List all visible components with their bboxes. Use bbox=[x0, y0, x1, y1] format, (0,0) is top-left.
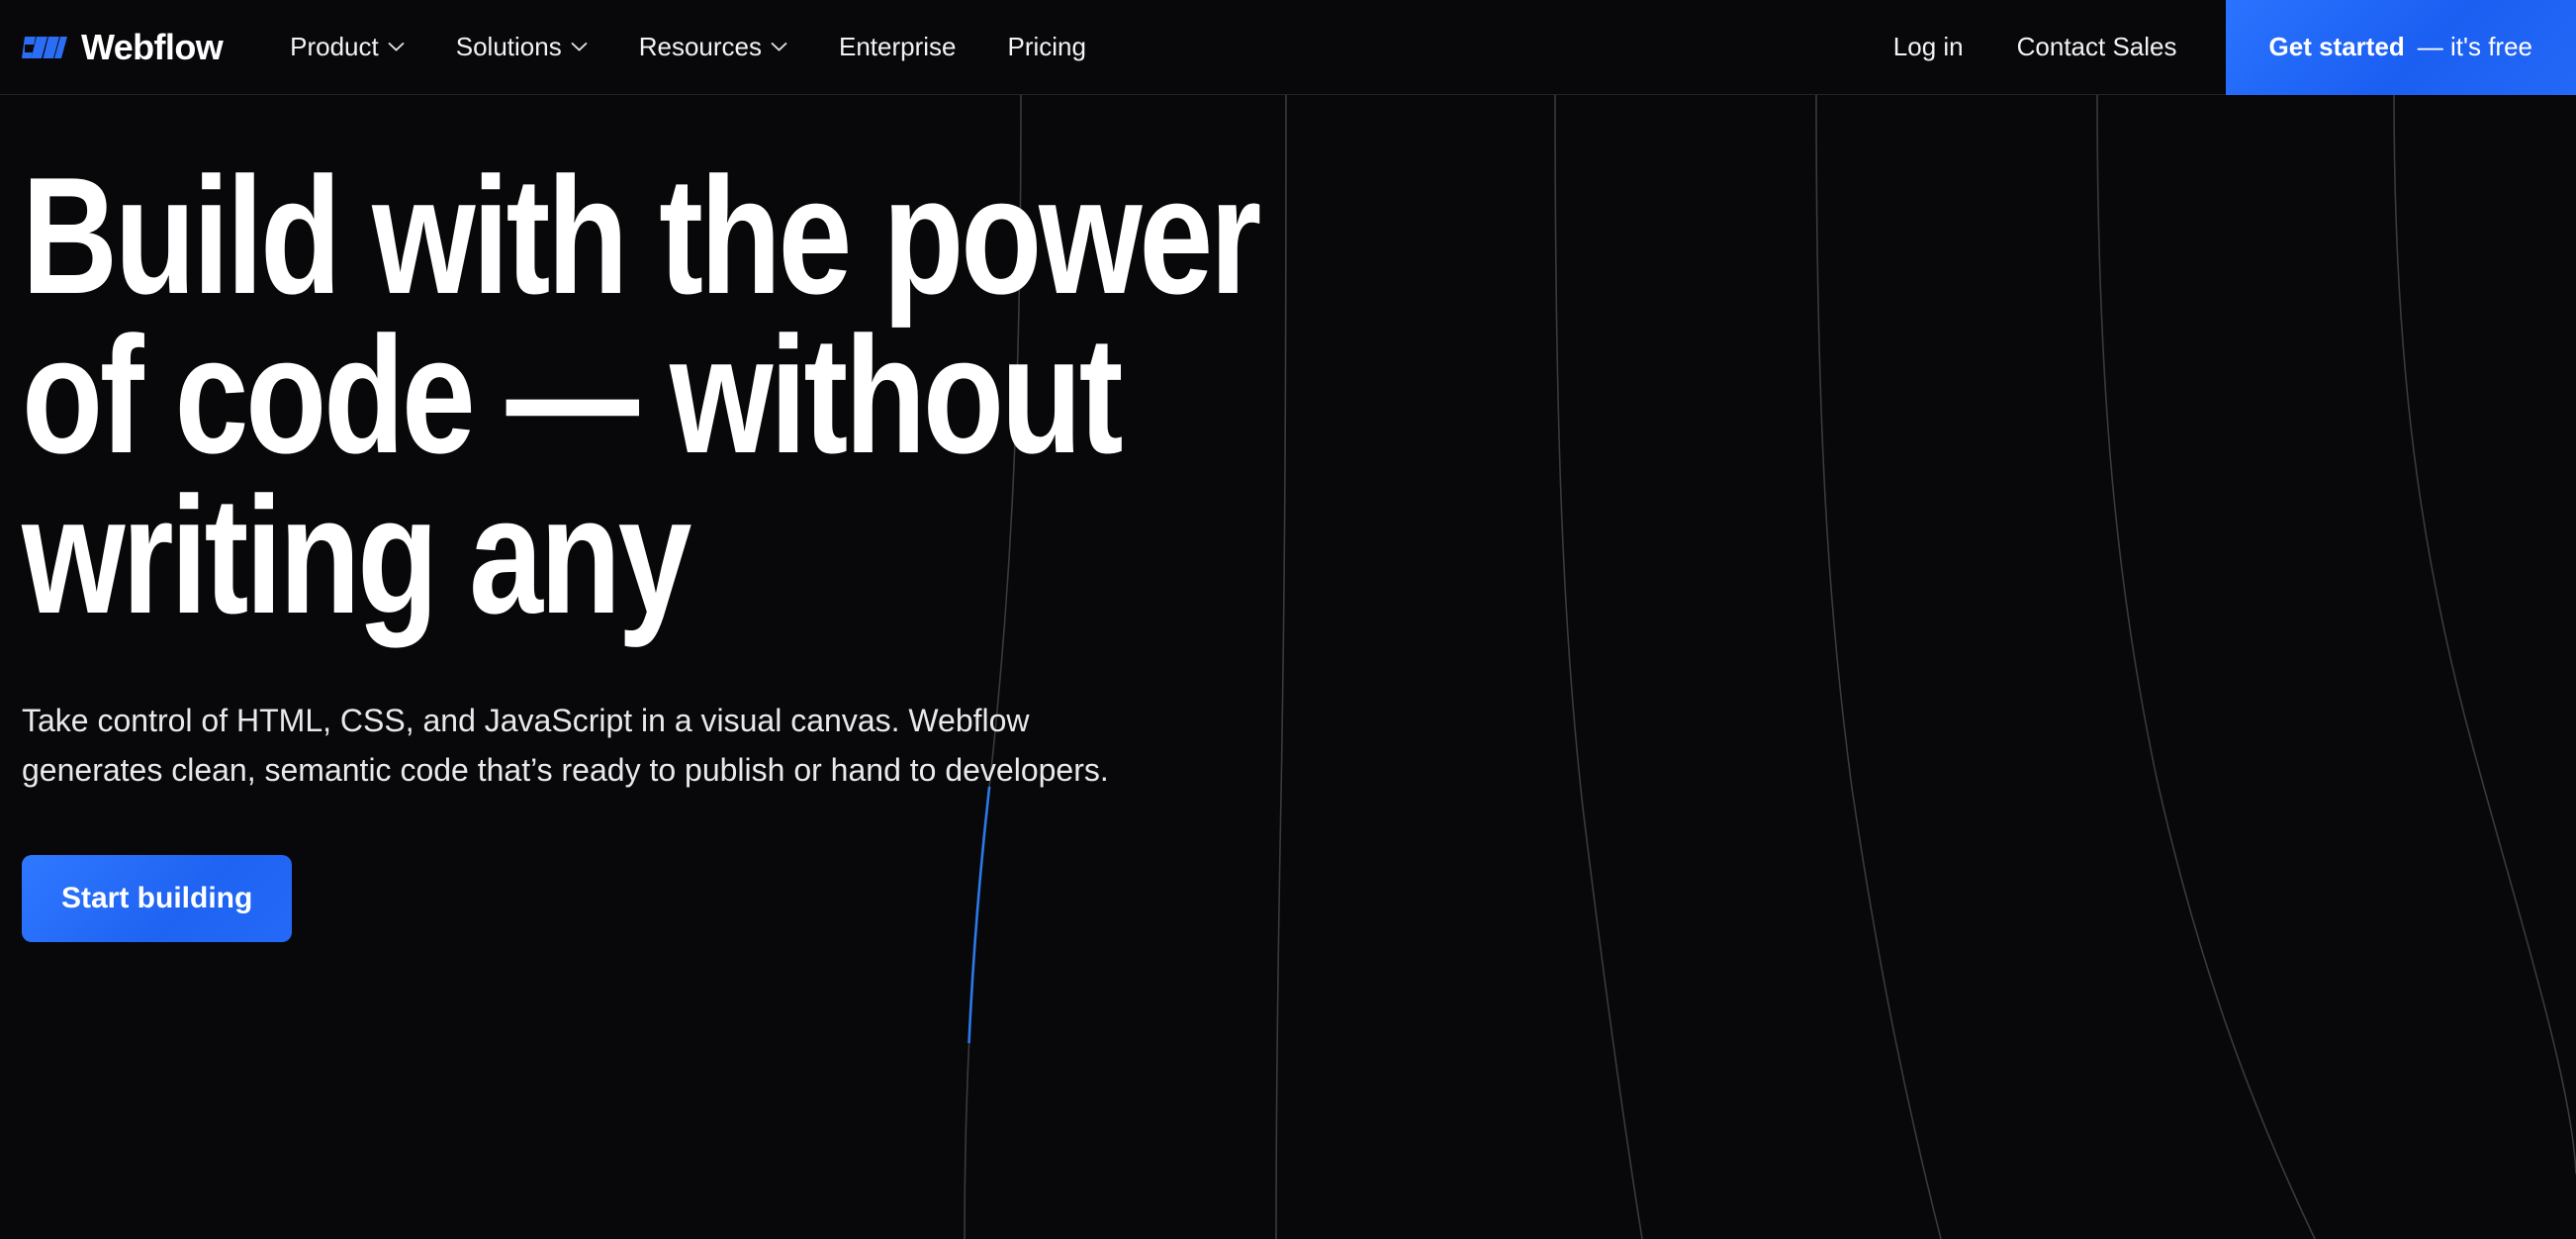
get-started-label: Get started bbox=[2268, 32, 2405, 61]
nav-item-pricing[interactable]: Pricing bbox=[981, 22, 1111, 72]
chevron-down-icon bbox=[388, 43, 405, 51]
nav-item-label: Solutions bbox=[455, 32, 562, 61]
hero-headline: Build with the power of code — without w… bbox=[22, 143, 2066, 648]
webflow-w-logo-icon bbox=[22, 36, 67, 58]
nav-item-label: Pricing bbox=[1007, 32, 1086, 61]
subheadline-line-2: generates clean, semantic code that’s re… bbox=[22, 751, 1109, 788]
hero-content: Build with the power of code — without w… bbox=[0, 143, 2576, 942]
brand-logo-link[interactable]: Webflow bbox=[22, 26, 224, 68]
hero-section: Build with the power of code — without w… bbox=[0, 95, 2576, 1239]
nav-item-label: Product bbox=[290, 32, 379, 61]
nav-item-label: Resources bbox=[638, 32, 762, 61]
nav-item-label: Enterprise bbox=[838, 32, 957, 61]
hero-subheadline: Take control of HTML, CSS, and JavaScrip… bbox=[22, 697, 1367, 796]
login-link[interactable]: Log in bbox=[1867, 22, 1990, 72]
get-started-sublabel: — it's free bbox=[2417, 32, 2532, 61]
nav-item-resources[interactable]: Resources bbox=[613, 22, 813, 72]
headline-line-3: writing any bbox=[22, 461, 691, 648]
site-header: Webflow Product Solutions Resources Ente… bbox=[0, 0, 2576, 95]
get-started-button[interactable]: Get started — it's free bbox=[2225, 0, 2576, 95]
brand-name: Webflow bbox=[81, 26, 224, 67]
contact-sales-link[interactable]: Contact Sales bbox=[1990, 22, 2204, 72]
nav-item-product[interactable]: Product bbox=[264, 22, 430, 72]
chevron-down-icon bbox=[571, 43, 588, 51]
headline-line-1: Build with the power bbox=[22, 143, 1261, 329]
nav-item-enterprise[interactable]: Enterprise bbox=[813, 22, 982, 72]
primary-navigation: Product Solutions Resources Enterprise P… bbox=[264, 22, 1112, 72]
nav-item-solutions[interactable]: Solutions bbox=[430, 22, 613, 72]
start-building-button[interactable]: Start building bbox=[22, 854, 293, 942]
headline-line-2: of code — without bbox=[22, 302, 1123, 489]
subheadline-line-1: Take control of HTML, CSS, and JavaScrip… bbox=[22, 702, 1030, 738]
header-actions: Log in Contact Sales Get started — it's … bbox=[1867, 0, 2576, 95]
chevron-down-icon bbox=[771, 43, 787, 51]
